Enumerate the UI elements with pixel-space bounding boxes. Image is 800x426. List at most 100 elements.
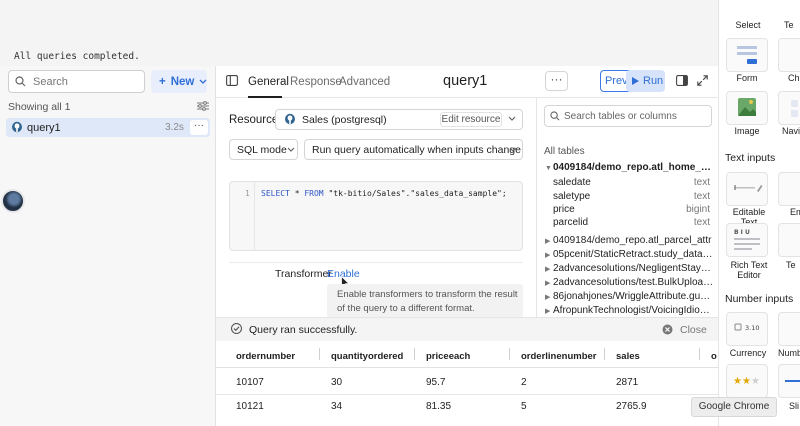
new-query-button[interactable]: + New bbox=[151, 70, 207, 93]
form-component-tile[interactable] bbox=[726, 38, 768, 72]
schema-search-input[interactable] bbox=[564, 109, 709, 124]
transformer-help-line-2: of the query to a different format. bbox=[337, 303, 475, 314]
column-type: text bbox=[693, 217, 710, 228]
column-header[interactable]: quantityordered bbox=[331, 351, 403, 362]
currency-component-tile[interactable]: 3.10 bbox=[726, 312, 768, 346]
column-divider[interactable] bbox=[699, 348, 700, 360]
schema-table-item[interactable]: ▶ 2advancesolutions/NegligentStays.B... bbox=[545, 263, 715, 274]
caret-down-icon: ▼ bbox=[545, 165, 552, 172]
query-more-button[interactable]: ··· bbox=[190, 120, 208, 135]
row-divider bbox=[216, 394, 718, 395]
image-component-tile[interactable] bbox=[726, 91, 768, 125]
schema-table-item[interactable]: ▶ 86jonahjones/WriggleAttribute.guest... bbox=[545, 291, 715, 302]
close-icon[interactable] bbox=[662, 324, 673, 335]
editable-text-component-tile[interactable] bbox=[726, 172, 768, 206]
divider bbox=[229, 262, 523, 263]
rating-component-tile[interactable]: ★ ★ ★ bbox=[726, 364, 768, 398]
email-component-tile[interactable] bbox=[778, 172, 800, 206]
schema-table-item[interactable]: ▶ 2advancesolutions/test.BulkUpload (5) bbox=[545, 277, 715, 288]
status-message: All queries completed. bbox=[14, 51, 140, 62]
schema-table-item[interactable]: ▶ 0409184/demo_repo.atl_parcel_attr bbox=[545, 235, 715, 246]
column-name[interactable]: saledate bbox=[553, 177, 591, 188]
resource-label: Resource bbox=[229, 114, 279, 126]
column-header[interactable]: priceeach bbox=[426, 351, 470, 362]
column-name[interactable]: parcelid bbox=[553, 217, 588, 228]
table-name: 86jonahjones/WriggleAttribute.guest... bbox=[553, 291, 715, 302]
table-cell[interactable]: 2765.9 bbox=[616, 401, 647, 412]
search-icon bbox=[15, 76, 26, 87]
sql-mode-value: SQL mode bbox=[237, 144, 287, 156]
query-search-box[interactable] bbox=[8, 70, 145, 93]
column-divider[interactable] bbox=[414, 348, 415, 360]
schema-table-item[interactable]: ▶ 05pcenit/StaticRetract.study_data_2... bbox=[545, 249, 715, 260]
table-cell[interactable]: 81.35 bbox=[426, 401, 451, 412]
column-name[interactable]: saletype bbox=[553, 191, 590, 202]
transformer-label: Transformer bbox=[275, 268, 332, 280]
close-button[interactable]: Close bbox=[680, 324, 707, 336]
table-cell[interactable]: 95.7 bbox=[426, 377, 445, 388]
expand-icon[interactable] bbox=[697, 75, 708, 86]
table-cell[interactable]: 10107 bbox=[236, 377, 264, 388]
panel-toggle-icon[interactable] bbox=[226, 75, 238, 86]
run-button[interactable]: Run bbox=[626, 70, 665, 92]
caret-right-icon: ▶ bbox=[545, 266, 551, 273]
column-header[interactable]: ordernumber bbox=[236, 351, 295, 362]
tab-advanced[interactable]: Advanced bbox=[339, 76, 390, 88]
chevron-down-icon bbox=[509, 147, 517, 153]
all-tables-label: All tables bbox=[544, 146, 585, 157]
component-label-line-1: Rich Text bbox=[730, 260, 768, 270]
table-cell[interactable]: 2 bbox=[521, 377, 527, 388]
tab-response[interactable]: Response bbox=[290, 76, 342, 88]
edit-resource-button[interactable]: Edit resource bbox=[440, 112, 502, 127]
transformer-help-text: Enable transformers to transform the res… bbox=[327, 284, 523, 318]
search-icon bbox=[550, 111, 560, 121]
tab-general[interactable]: General bbox=[248, 76, 289, 88]
column-divider[interactable] bbox=[319, 348, 320, 360]
column-divider[interactable] bbox=[509, 348, 510, 360]
table-cell[interactable]: 5 bbox=[521, 401, 527, 412]
table-cell[interactable]: 34 bbox=[331, 401, 342, 412]
query-search-input[interactable] bbox=[33, 74, 141, 90]
component-label: Te bbox=[786, 260, 796, 270]
run-behavior-value: Run query automatically when inputs chan… bbox=[312, 144, 521, 156]
more-options-button[interactable]: ··· bbox=[545, 71, 568, 91]
text-area-component-tile[interactable] bbox=[778, 223, 800, 257]
table-cell[interactable]: 2871 bbox=[616, 377, 638, 388]
schema-search-box[interactable] bbox=[544, 105, 712, 127]
run-button-label: Run bbox=[643, 75, 664, 87]
avatar[interactable] bbox=[1, 189, 25, 213]
postgresql-icon bbox=[11, 121, 23, 133]
sql-code-editor[interactable]: 1 SELECT * FROM "tk-bitio/Sales"."sales_… bbox=[229, 181, 523, 251]
sidebar-toggle-icon[interactable] bbox=[676, 75, 688, 86]
schema-table-item[interactable]: ▶ AfropunkTechnologist/VoicingIdiom.c... bbox=[545, 305, 715, 316]
section-number-inputs: Number inputs bbox=[725, 293, 794, 305]
component-label-line-2: Editor bbox=[737, 270, 761, 280]
schema-table-item-open[interactable]: ▼0409184/demo_repo.atl_home_sales bbox=[545, 162, 715, 173]
table-cell[interactable]: 30 bbox=[331, 377, 342, 388]
chart-component-tile[interactable] bbox=[778, 38, 800, 72]
sql-mode-select[interactable]: SQL mode bbox=[229, 139, 298, 160]
slider-component-tile[interactable] bbox=[778, 364, 800, 398]
column-name[interactable]: price bbox=[553, 204, 575, 215]
navigation-component-tile[interactable] bbox=[778, 91, 800, 125]
query-run-time: 3.2s bbox=[165, 122, 184, 133]
resource-select[interactable]: Sales (postgresql) Edit resource bbox=[275, 109, 523, 130]
column-divider[interactable] bbox=[604, 348, 605, 360]
column-header[interactable]: o bbox=[711, 351, 717, 362]
number-component-tile[interactable] bbox=[778, 312, 800, 346]
component-label: Currency bbox=[729, 348, 767, 358]
query-list-item[interactable]: query1 3.2s ··· bbox=[6, 118, 210, 137]
column-type: bigint bbox=[686, 204, 710, 215]
table-cell[interactable]: 10121 bbox=[236, 401, 264, 412]
query-title[interactable]: query1 bbox=[443, 73, 487, 89]
filter-icon[interactable] bbox=[197, 101, 209, 111]
component-label: Form bbox=[736, 73, 758, 83]
run-behavior-select[interactable]: Run query automatically when inputs chan… bbox=[304, 139, 523, 160]
column-header[interactable]: sales bbox=[616, 351, 640, 362]
code-line[interactable]: SELECT * FROM "tk-bitio/Sales"."sales_da… bbox=[261, 189, 507, 198]
rich-text-editor-component-tile[interactable]: B I U bbox=[726, 223, 768, 257]
column-header[interactable]: orderlinenumber bbox=[521, 351, 597, 362]
resource-name: Sales (postgresql) bbox=[302, 114, 387, 126]
showing-count: Showing all 1 bbox=[8, 101, 71, 113]
sql-keyword-select: SELECT bbox=[261, 189, 290, 198]
